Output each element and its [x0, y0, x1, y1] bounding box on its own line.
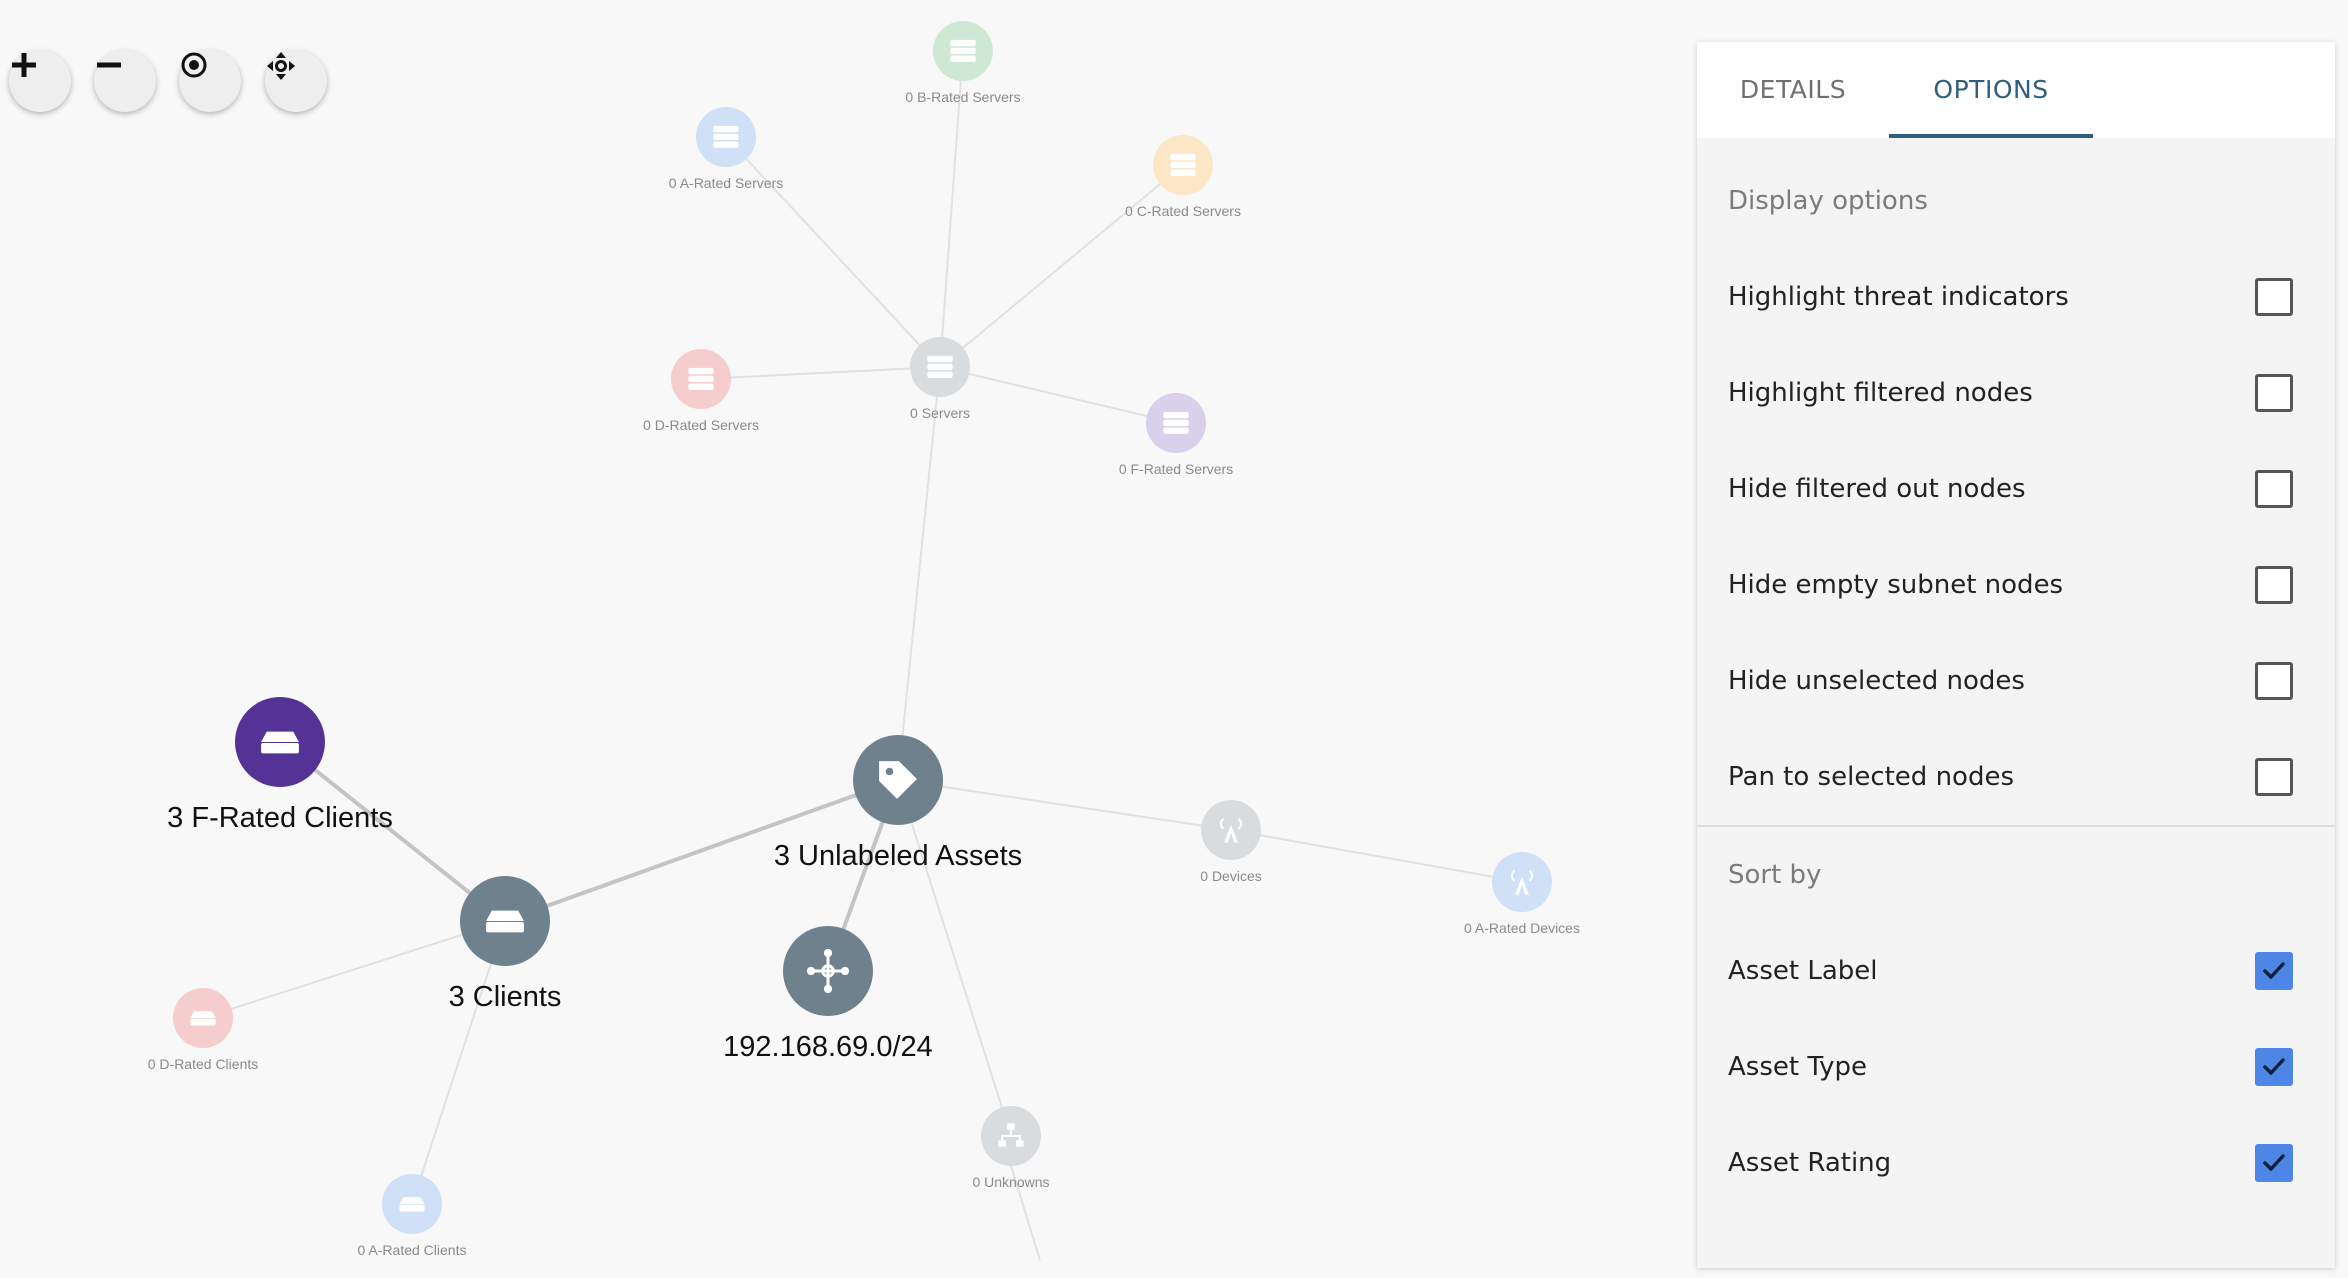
- plus-icon: [12, 53, 36, 77]
- graph-edge-devices-a-devices: [1230, 829, 1523, 883]
- fit-view-button[interactable]: [265, 50, 327, 112]
- tab-details[interactable]: DETAILS: [1697, 42, 1889, 138]
- option-row-hide-empty-subnet-nodes[interactable]: Hide empty subnet nodes: [1697, 552, 2335, 618]
- graph-edge-servers-f-servers: [939, 366, 1177, 424]
- graph-node-label: 0 D-Rated Servers: [643, 417, 759, 433]
- option-row-hide-filtered-out-nodes[interactable]: Hide filtered out nodes: [1697, 456, 2335, 522]
- graph-node-f-clients[interactable]: 3 F-Rated Clients: [167, 697, 393, 834]
- option-label: Asset Rating: [1728, 1148, 1892, 1178]
- graph-edges: [202, 50, 1523, 1261]
- option-row-asset-label[interactable]: Asset Label: [1697, 938, 2335, 1004]
- option-label: Highlight threat indicators: [1728, 282, 2069, 312]
- graph-node-label: 0 A-Rated Devices: [1464, 920, 1580, 936]
- graph-node-label: 0 D-Rated Clients: [148, 1056, 259, 1072]
- server-icon: [1170, 153, 1196, 176]
- checkmark-icon: [2263, 962, 2285, 979]
- graph-node-label: 3 Clients: [449, 981, 562, 1013]
- checkmark-icon: [2263, 1058, 2285, 1075]
- option-row-asset-rating[interactable]: Asset Rating: [1697, 1130, 2335, 1196]
- tab-options[interactable]: OPTIONS: [1889, 42, 2093, 138]
- option-row-asset-type[interactable]: Asset Type: [1697, 1034, 2335, 1100]
- graph-node-devices[interactable]: 0 Devices: [1200, 800, 1262, 884]
- move-arrows-icon: [267, 52, 295, 80]
- option-row-highlight-filtered-nodes[interactable]: Highlight filtered nodes: [1697, 360, 2335, 426]
- option-label: Hide filtered out nodes: [1728, 474, 2026, 504]
- asset-label-checkbox[interactable]: [2255, 952, 2293, 990]
- graph-node-label: 0 C-Rated Servers: [1125, 203, 1241, 219]
- graph-edge-servers-a-servers: [725, 136, 941, 368]
- graph-edge-servers-d-servers: [700, 366, 941, 380]
- minus-icon: [97, 62, 121, 68]
- graph-node-label: 3 Unlabeled Assets: [774, 840, 1022, 872]
- graph-node-label: 0 Servers: [910, 405, 970, 421]
- graph-node-label: 0 Devices: [1200, 868, 1261, 884]
- highlight-filtered-nodes-checkbox[interactable]: [2255, 374, 2293, 412]
- graph-node-label: 192.168.69.0/24: [723, 1031, 933, 1063]
- pan-to-selected-nodes-checkbox[interactable]: [2255, 758, 2293, 796]
- option-label: Asset Type: [1728, 1052, 1868, 1082]
- hide-empty-subnet-nodes-checkbox[interactable]: [2255, 566, 2293, 604]
- graph-node-b-servers[interactable]: 0 B-Rated Servers: [905, 21, 1021, 105]
- graph-node-label: 0 A-Rated Clients: [358, 1242, 467, 1258]
- option-row-pan-to-selected-nodes[interactable]: Pan to selected nodes: [1697, 744, 2335, 810]
- option-row-highlight-threat-indicators[interactable]: Highlight threat indicators: [1697, 264, 2335, 330]
- target-icon: [181, 52, 207, 78]
- highlight-threat-indicators-checkbox[interactable]: [2255, 278, 2293, 316]
- option-row-hide-unselected-nodes[interactable]: Hide unselected nodes: [1697, 648, 2335, 714]
- asset-type-checkbox[interactable]: [2255, 1048, 2293, 1086]
- option-label: Pan to selected nodes: [1728, 762, 2014, 792]
- display-options-heading: Display options: [1728, 186, 1928, 216]
- option-label: Asset Label: [1728, 956, 1878, 986]
- section-divider: [1697, 825, 2335, 827]
- hide-filtered-out-nodes-checkbox[interactable]: [2255, 470, 2293, 508]
- zoom-out-button[interactable]: [94, 50, 156, 112]
- asset-rating-checkbox[interactable]: [2255, 1144, 2293, 1182]
- graph-node-d-clients[interactable]: 0 D-Rated Clients: [148, 988, 259, 1072]
- graph-node-servers[interactable]: 0 Servers: [910, 337, 970, 421]
- option-label: Hide empty subnet nodes: [1728, 570, 2064, 600]
- graph-edge-unlabeled-devices: [897, 779, 1232, 831]
- sort-by-heading: Sort by: [1728, 860, 1822, 890]
- graph-node-label: 0 Unknowns: [972, 1174, 1049, 1190]
- graph-node-subnet[interactable]: 192.168.69.0/24: [723, 926, 933, 1063]
- graph-edge-servers-unlabeled: [897, 366, 941, 781]
- server-icon: [688, 367, 714, 390]
- panel-tabs: DETAILS OPTIONS: [1697, 42, 2335, 138]
- graph-edge-unlabeled-unknowns: [897, 779, 1012, 1137]
- graph-node-label: 0 A-Rated Servers: [669, 175, 783, 191]
- network-graph[interactable]: 0 B-Rated Servers 0 A-Rated Servers 0 C-Ra…: [0, 0, 1680, 1278]
- graph-node-clients[interactable]: 3 Clients: [449, 876, 562, 1013]
- server-icon: [927, 355, 953, 378]
- graph-node-label: 0 B-Rated Servers: [905, 89, 1020, 105]
- zoom-in-button[interactable]: [9, 50, 71, 112]
- options-panel: DETAILS OPTIONS Display options Highligh…: [1697, 42, 2335, 1268]
- option-label: Highlight filtered nodes: [1728, 378, 2033, 408]
- option-label: Hide unselected nodes: [1728, 666, 2025, 696]
- graph-node-c-servers[interactable]: 0 C-Rated Servers: [1125, 135, 1241, 219]
- graph-node-d-servers[interactable]: 0 D-Rated Servers: [643, 349, 759, 433]
- graph-node-a-devices[interactable]: 0 A-Rated Devices: [1464, 852, 1580, 936]
- graph-node-f-servers[interactable]: 0 F-Rated Servers: [1119, 393, 1233, 477]
- graph-node-unknowns[interactable]: 0 Unknowns: [972, 1106, 1050, 1190]
- graph-node-a-servers[interactable]: 0 A-Rated Servers: [669, 107, 783, 191]
- server-icon: [950, 39, 976, 62]
- graph-edge-servers-c-servers: [939, 164, 1184, 368]
- server-icon: [713, 125, 739, 148]
- center-view-button[interactable]: [179, 50, 241, 112]
- graph-node-label: 0 F-Rated Servers: [1119, 461, 1233, 477]
- network-graph-canvas[interactable]: 0 B-Rated Servers 0 A-Rated Servers 0 C-Ra…: [0, 0, 1680, 1278]
- graph-node-a-clients[interactable]: 0 A-Rated Clients: [358, 1174, 467, 1258]
- graph-node-unlabeled[interactable]: 3 Unlabeled Assets: [774, 735, 1022, 872]
- checkmark-icon: [2263, 1154, 2285, 1171]
- graph-node-label: 3 F-Rated Clients: [167, 802, 393, 834]
- server-icon: [1163, 411, 1189, 434]
- hide-unselected-nodes-checkbox[interactable]: [2255, 662, 2293, 700]
